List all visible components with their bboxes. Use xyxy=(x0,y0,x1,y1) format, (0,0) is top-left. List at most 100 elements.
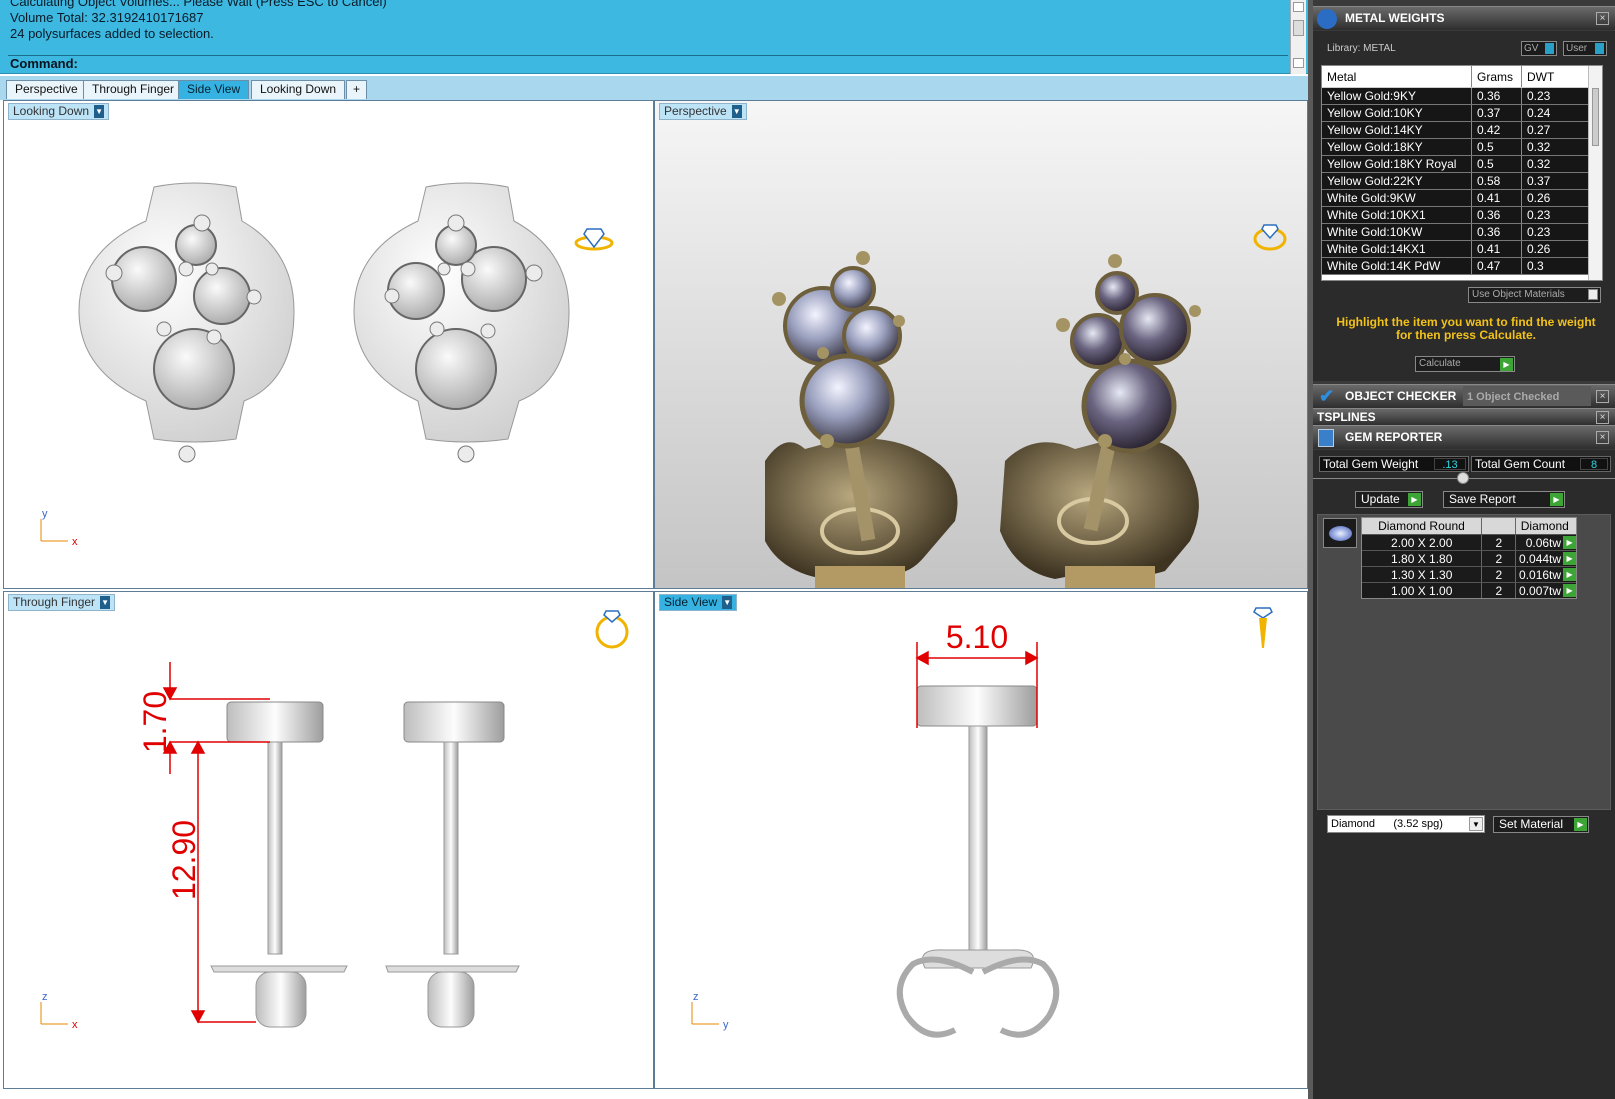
viewport-looking-down[interactable]: y x Looking Down ▼ xyxy=(3,100,654,589)
viewport-title: Looking Down xyxy=(13,104,90,118)
earring-left-top xyxy=(78,182,295,463)
metal-cell-grams: 0.41 xyxy=(1472,241,1522,257)
gem-row[interactable]: 1.80 X 1.80 2 0.044tw ▶ xyxy=(1362,550,1576,566)
gv-button[interactable]: GV xyxy=(1521,41,1557,56)
viewport-label[interactable]: Looking Down ▼ xyxy=(8,103,110,120)
metal-row[interactable]: White Gold:14KX1 0.41 0.26 xyxy=(1322,241,1602,258)
metal-table[interactable]: Metal Grams DWT Yellow Gold:9KY 0.36 0.23 Y… xyxy=(1321,65,1603,281)
tsplines-header[interactable]: TSPLINES × xyxy=(1313,408,1615,425)
material-select-value: Diamond (3.52 spg) xyxy=(1331,818,1443,830)
chevron-down-icon[interactable]: ▼ xyxy=(94,105,105,119)
tab-perspective[interactable]: Perspective xyxy=(6,80,87,99)
gem-reporter-header[interactable]: GEM REPORTER × xyxy=(1313,425,1615,449)
gem-cell-weight: 0.016tw xyxy=(1519,568,1562,582)
use-object-materials-label: Use Object Materials xyxy=(1472,289,1565,300)
earring-left-front xyxy=(210,701,348,1028)
play-icon: ▶ xyxy=(1500,358,1513,371)
viewport-label[interactable]: Through Finger ▼ xyxy=(8,594,116,611)
metal-rows: Yellow Gold:9KY 0.36 0.23 Yellow Gold:10KY 0… xyxy=(1322,88,1602,275)
viewport-through-finger[interactable]: 1.70 12.90 z x Through Finger ▼ xyxy=(3,591,654,1089)
metal-row[interactable]: White Gold:10KW 0.36 0.23 xyxy=(1322,224,1602,241)
calculate-button[interactable]: Calculate ▶ xyxy=(1415,356,1515,372)
viewport-title: Perspective xyxy=(664,104,727,118)
save-report-button[interactable]: Save Report ▶ xyxy=(1443,491,1565,508)
metal-weights-header[interactable]: METAL WEIGHTS × xyxy=(1313,6,1615,30)
close-icon[interactable]: × xyxy=(1596,12,1609,25)
play-icon[interactable]: ▶ xyxy=(1563,552,1576,565)
material-select[interactable]: Diamond (3.52 spg) ▼ xyxy=(1327,815,1485,833)
command-input[interactable]: Command: xyxy=(8,55,1288,72)
metal-cell-grams: 0.36 xyxy=(1472,224,1522,240)
metal-cell-grams: 0.36 xyxy=(1472,207,1522,223)
chevron-down-icon[interactable]: ▼ xyxy=(722,596,733,610)
update-button[interactable]: Update ▶ xyxy=(1355,491,1423,508)
tab-through-finger[interactable]: Through Finger xyxy=(83,80,184,99)
gem-table[interactable]: Diamond Round Diamond 2.00 X 2.00 2 0.06tw… xyxy=(1361,517,1577,599)
tab-looking-down[interactable]: Looking Down xyxy=(251,80,346,99)
metal-cell-grams: 0.47 xyxy=(1472,258,1522,274)
metal-table-header: Metal Grams DWT xyxy=(1322,66,1602,88)
plus-icon: + xyxy=(353,82,361,96)
gem-row[interactable]: 2.00 X 2.00 2 0.06tw ▶ xyxy=(1362,534,1576,550)
axis-label-y: y xyxy=(723,1019,729,1031)
column-header: Diamond Round xyxy=(1362,518,1482,534)
metal-cell-grams: 0.5 xyxy=(1472,156,1522,172)
total-gem-count-value: 8 xyxy=(1580,458,1608,471)
gem-cell-size: 1.00 X 1.00 xyxy=(1362,583,1483,598)
save-report-label: Save Report xyxy=(1449,492,1516,506)
viewport-label[interactable]: Perspective ▼ xyxy=(659,103,747,120)
metal-cell-metal: White Gold:10KX1 xyxy=(1322,207,1472,223)
metal-cell-metal: White Gold:14KX1 xyxy=(1322,241,1472,257)
play-icon[interactable]: ▶ xyxy=(1563,536,1576,549)
close-icon[interactable]: × xyxy=(1596,390,1609,403)
add-tab-button[interactable]: + xyxy=(346,80,368,99)
viewport-title: Side View xyxy=(664,595,718,609)
column-header: Grams xyxy=(1472,66,1522,87)
axis-indicator xyxy=(691,1002,719,1025)
viewport-tab-bar: Perspective Through Finger Side View Loo… xyxy=(0,76,1308,100)
calculate-label: Calculate xyxy=(1419,358,1461,369)
use-object-materials-button[interactable]: Use Object Materials xyxy=(1468,287,1601,303)
metal-row[interactable]: Yellow Gold:22KY 0.58 0.37 xyxy=(1322,173,1602,190)
chevron-down-icon[interactable]: ▼ xyxy=(731,105,742,119)
metal-row[interactable]: White Gold:14K PdW 0.47 0.3 xyxy=(1322,258,1602,275)
metal-cell-metal: Yellow Gold:9KY xyxy=(1322,88,1472,104)
close-icon[interactable]: × xyxy=(1596,431,1609,444)
object-checker-header[interactable]: ✔ OBJECT CHECKER 1 Object Checked × xyxy=(1313,384,1615,408)
chevron-down-icon[interactable]: ▼ xyxy=(1469,817,1483,831)
gem-cell-count: 2 xyxy=(1482,535,1517,550)
ring-icon xyxy=(1253,224,1287,251)
calculate-hint: Highlight the item you want to find the … xyxy=(1336,315,1596,342)
user-button[interactable]: User xyxy=(1563,41,1607,56)
total-gem-weight-value: .13 xyxy=(1434,458,1466,471)
play-icon[interactable]: ▶ xyxy=(1563,568,1576,581)
metal-row[interactable]: Yellow Gold:14KY 0.42 0.27 xyxy=(1322,122,1602,139)
wand-icon xyxy=(1317,9,1337,29)
viewport-side-view[interactable]: 5.10 z y Side View ▼ xyxy=(654,591,1308,1089)
axis-label-y: y xyxy=(42,508,48,520)
command-scrollbar[interactable] xyxy=(1290,0,1306,74)
gem-row[interactable]: 1.00 X 1.00 2 0.007tw ▶ xyxy=(1362,582,1576,598)
viewport-perspective[interactable]: Perspective ▼ xyxy=(654,100,1308,589)
metal-row[interactable]: Yellow Gold:18KY Royal 0.5 0.32 xyxy=(1322,156,1602,173)
collapse-handle[interactable] xyxy=(1457,472,1469,484)
close-icon[interactable]: × xyxy=(1596,411,1609,424)
history-line: 24 polysurfaces added to selection. xyxy=(10,26,214,41)
set-material-button[interactable]: Set Material ▶ xyxy=(1493,816,1589,833)
viewport-label[interactable]: Side View ▼ xyxy=(659,594,738,611)
metal-row[interactable]: Yellow Gold:9KY 0.36 0.23 xyxy=(1322,88,1602,105)
metal-row[interactable]: Yellow Gold:10KY 0.37 0.24 xyxy=(1322,105,1602,122)
earring-right-front xyxy=(385,701,520,1028)
metal-row[interactable]: White Gold:10KX1 0.36 0.23 xyxy=(1322,207,1602,224)
gem-row[interactable]: 1.30 X 1.30 2 0.016tw ▶ xyxy=(1362,566,1576,582)
metal-table-scrollbar[interactable] xyxy=(1588,66,1602,280)
metal-cell-metal: Yellow Gold:14KY xyxy=(1322,122,1472,138)
play-icon[interactable]: ▶ xyxy=(1563,584,1576,597)
metal-row[interactable]: Yellow Gold:18KY 0.5 0.32 xyxy=(1322,139,1602,156)
metal-row[interactable]: White Gold:9KW 0.41 0.26 xyxy=(1322,190,1602,207)
tab-side-view[interactable]: Side View xyxy=(178,80,250,99)
chevron-down-icon[interactable]: ▼ xyxy=(100,596,111,610)
gem-cell-size: 1.30 X 1.30 xyxy=(1362,567,1483,582)
axis-indicator xyxy=(40,1002,68,1025)
metal-cell-grams: 0.41 xyxy=(1472,190,1522,206)
